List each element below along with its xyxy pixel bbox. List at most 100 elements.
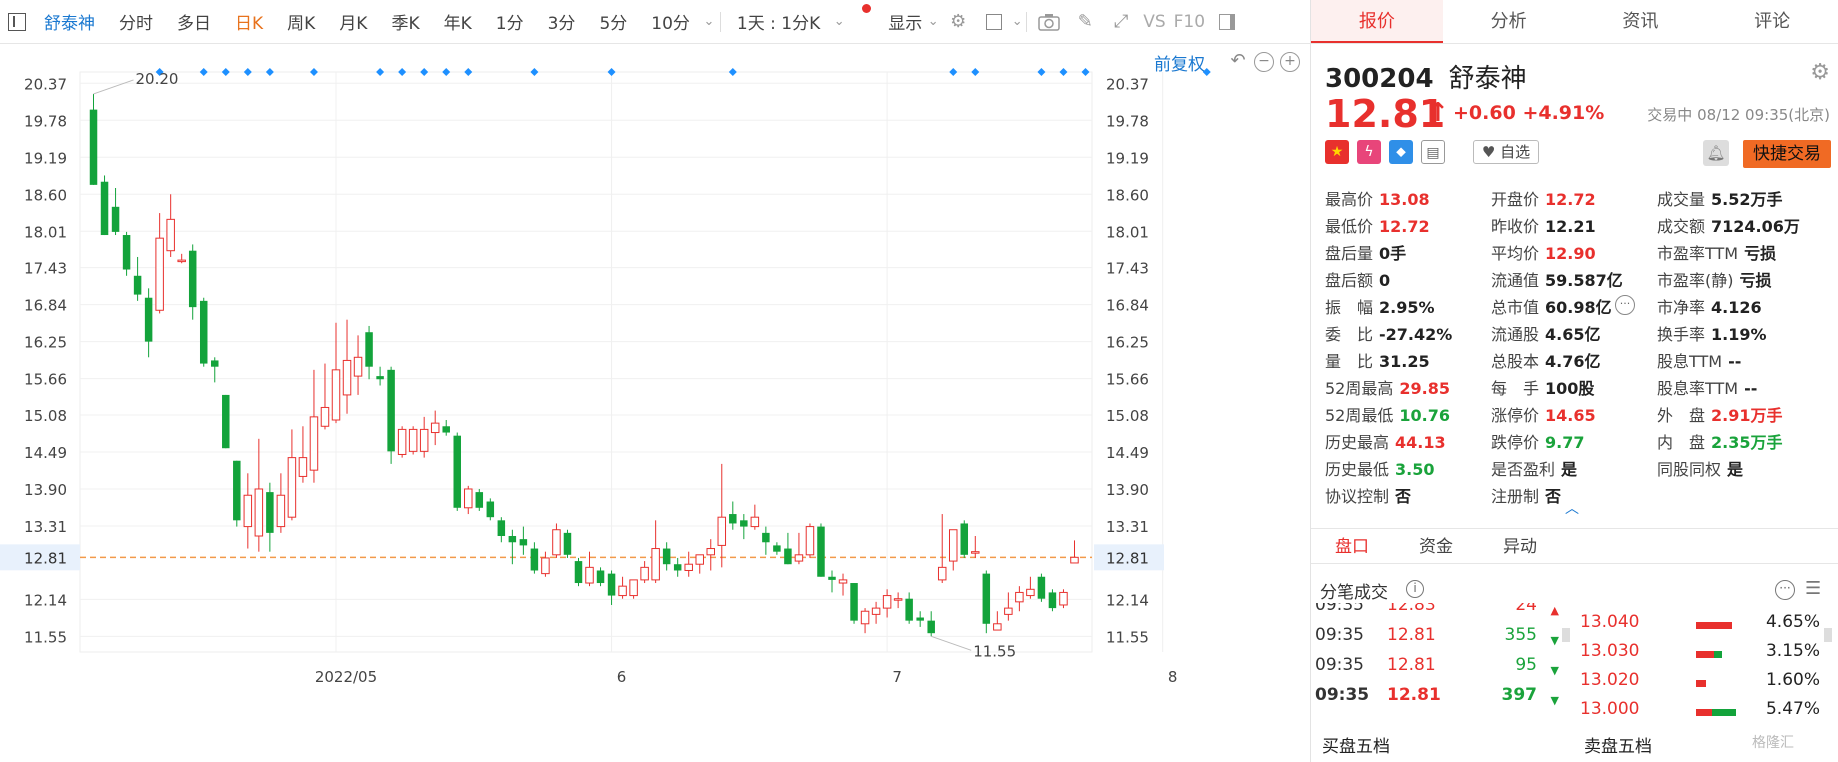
quick-trade-button[interactable]: 快捷交易 [1743,140,1831,168]
tick-time: 09:35 [1315,625,1364,645]
stat-value: 12.72 [1545,190,1596,209]
candle-body-down [266,492,274,533]
stat-value: -- [1744,379,1758,398]
lightning-icon[interactable]: ϟ [1357,140,1381,164]
f10-button[interactable]: F10 [1170,12,1209,32]
camera-icon[interactable] [1036,9,1062,35]
ladder-percent: 5.47% [1765,699,1820,719]
y-tick-left: 11.55 [24,628,67,646]
bell-icon[interactable]: 🔔︎ [1703,140,1729,166]
subtab-capital[interactable]: 资金 [1419,529,1453,565]
tick-time: 09:35 [1315,603,1364,615]
stat-value: 否 [1545,487,1562,506]
tab-quote[interactable]: 报价 [1311,0,1443,43]
y-tick-right: 15.08 [1106,407,1149,425]
period-tab-3min[interactable]: 3分 [536,9,588,34]
china-flag-icon: ★ [1325,140,1349,164]
stat-value: 4.126 [1711,298,1762,317]
period-tab-monthly[interactable]: 月K [327,9,379,34]
candlestick-chart[interactable]: 20.37 20.37 19.78 19.78 19.19 19.19 18.60 18.60… [0,44,1300,762]
sidebar-toggle-icon[interactable] [8,12,26,31]
chart-toolbar: 舒泰神 分时 多日 日K 周K 月K 季K 年K 1分 3分 5分 10分 ⌄ … [0,0,1310,44]
compare-button[interactable]: VS [1139,12,1169,32]
ladder-bar-red [1696,709,1712,716]
zoom-in-icon[interactable]: + [1280,52,1300,72]
info-icon[interactable]: i [1406,580,1424,598]
ladder-bar-green [1713,651,1722,658]
stat-label: 流通股 [1491,325,1540,344]
price-ladder[interactable]: 13.040 4.65% 13.030 3.15% 13.020 1.60% 13.000 5… [1580,612,1820,720]
stat-label: 52周最高 [1325,379,1394,398]
candle-body-up [882,595,892,609]
arrow-down-icon: ▼ [1550,634,1559,647]
chevron-down-icon[interactable]: ⌄ [702,9,716,35]
stat-item: 股息TTM -- [1657,348,1741,372]
x-tick-label: 8 [1168,668,1178,686]
period-tab-daily[interactable]: 日K [223,9,275,34]
stat-item: 历史最低 3.50 [1325,456,1435,480]
stat-label: 总市值 [1491,298,1540,317]
interval-select[interactable]: 1天 : 1分K [725,9,832,34]
stats-row: 52周最高 29.85 每 手 100股 股息率TTM -- [1325,375,1835,402]
y-tick-left: 18.01 [24,223,67,241]
chevron-down-icon[interactable]: ⌄ [926,9,940,35]
stats-row: 盘后额 0 流通值 59.587亿 市盈率(静) 亏损 [1325,267,1835,294]
list-icon[interactable]: ☰ [1805,578,1821,599]
candle-body-up [838,579,848,584]
period-tab-multiday[interactable]: 多日 [165,9,223,34]
bookmark-icon[interactable]: ▤ [1421,140,1445,164]
candle-body-up [971,551,980,554]
candle-body-down [596,570,605,584]
stat-label: 换手率 [1657,325,1706,344]
period-tab-1min[interactable]: 1分 [484,9,536,34]
stat-item: 市盈率(静) 亏损 [1657,267,1772,291]
tick-list[interactable]: 09:35 12.83 24 ▲ 09:35 12.81 355 ▼ 09:35 12.81 95 ▼… [1315,603,1565,715]
stat-label: 平均价 [1491,244,1540,263]
square-select-icon[interactable] [981,9,1007,35]
tab-comments[interactable]: 评论 [1706,0,1838,43]
more-icon[interactable]: ··· [1775,580,1795,600]
scrollbar[interactable] [1562,628,1570,642]
y-tick-right: 18.01 [1106,223,1149,241]
scrollbar[interactable] [1824,628,1832,642]
candle-body-up [287,457,297,518]
period-tab-yearly[interactable]: 年K [432,9,484,34]
stats-row: 52周最低 10.76 涨停价 14.65 外 盘 2.91万手 [1325,402,1835,429]
stat-item: 是否盈利是 [1491,456,1577,480]
quote-stats: 最高价 13.08 开盘价 12.72 成交量 5.52万手 最低价 12.72 昨收价 12.2… [1325,186,1835,510]
tab-analysis[interactable]: 分析 [1443,0,1575,43]
period-tab-5min[interactable]: 5分 [587,9,639,34]
period-tab-quarterly[interactable]: 季K [379,9,431,34]
chevron-down-icon[interactable]: ⌄ [1012,9,1023,35]
subtab-orderbook[interactable]: 盘口 [1335,529,1369,565]
ladder-price: 13.040 [1580,612,1640,632]
stat-item: 52周最低 10.76 [1325,402,1450,426]
stat-item: 跌停价 9.77 [1491,429,1585,453]
zoom-out-icon[interactable]: − [1254,52,1274,72]
display-select[interactable]: 显示 [876,9,926,34]
tag-icon[interactable]: ⬥ [1389,140,1413,164]
add-watchlist-button[interactable]: ♥ 自选 [1473,140,1539,164]
chevron-up-icon[interactable]: ︿ [1565,498,1579,518]
fullscreen-icon[interactable]: ⤢ [1108,9,1134,35]
pencil-icon[interactable]: ✎ [1072,9,1098,35]
stat-value: 44.13 [1395,433,1446,452]
gear-icon[interactable]: ⚙ [1810,60,1830,85]
y-tick-left: 20.37 [24,75,67,93]
event-marker [971,68,980,76]
candle-body-down [773,545,781,552]
gear-icon[interactable]: ⚙ [945,9,971,35]
chevron-down-icon[interactable]: ⌄ [832,9,846,35]
panel-toggle-icon[interactable] [1214,9,1240,35]
period-tab-10min[interactable]: 10分 [639,9,702,34]
fuquan-select[interactable]: 前复权 [1154,50,1205,75]
more-icon[interactable]: ··· [1615,295,1635,315]
tab-news[interactable]: 资讯 [1575,0,1707,43]
period-tab-intraday[interactable]: 分时 [107,9,165,34]
period-tab-weekly[interactable]: 周K [275,9,327,34]
subtab-anomaly[interactable]: 异动 [1503,529,1537,565]
stock-name-link[interactable]: 舒泰神 [32,9,107,34]
event-marker [607,68,616,76]
undo-icon[interactable]: ↶ [1228,52,1248,72]
stat-value: 否 [1395,487,1412,506]
